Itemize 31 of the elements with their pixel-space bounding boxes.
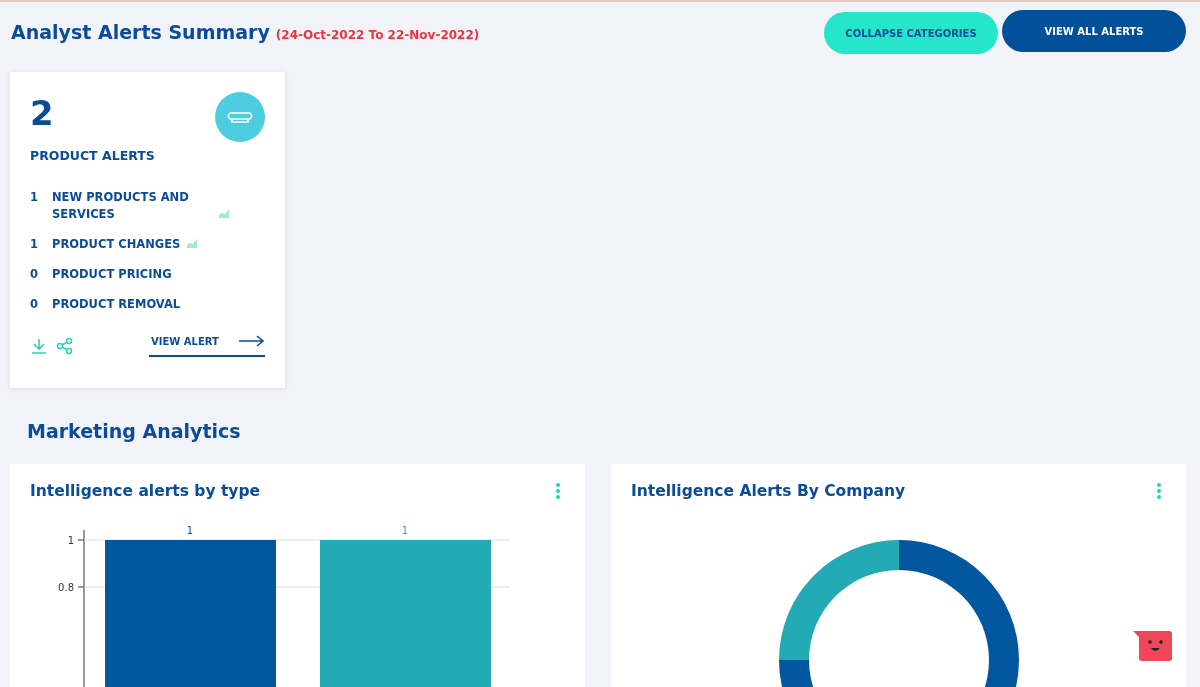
page-title: Analyst Alerts Summary (11, 21, 270, 43)
alert-count: 2 (30, 96, 54, 130)
category-link[interactable]: PRODUCT PRICING (52, 266, 172, 283)
category-link[interactable]: PRODUCT REMOVAL (52, 296, 181, 313)
panel-title: Intelligence alerts by type (30, 482, 261, 500)
card-title: PRODUCT ALERTS (30, 148, 156, 163)
item-count: 1 (30, 236, 39, 253)
box-icon (215, 92, 265, 142)
chat-bot-icon[interactable] (1133, 629, 1173, 663)
more-options-icon[interactable] (1156, 482, 1162, 500)
collapse-categories-button[interactable]: COLLAPSE CATEGORIES (824, 12, 998, 54)
view-alert-link[interactable]: VIEW ALERT (149, 335, 265, 357)
panel-title: Intelligence Alerts By Company (631, 482, 906, 500)
bar-value-label: 1 (401, 525, 409, 536)
item-count: 1 (30, 189, 39, 206)
y-tick-label: 0.8 (58, 582, 74, 593)
chart-icon (187, 238, 198, 248)
arrow-right-icon (239, 335, 265, 347)
view-all-alerts-button[interactable]: VIEW ALL ALERTS (1002, 10, 1186, 52)
item-count: 0 (30, 296, 39, 313)
category-link[interactable]: NEW PRODUCTS AND SERVICES (52, 189, 212, 223)
category-link[interactable]: PRODUCT CHANGES (52, 236, 181, 253)
item-count: 0 (30, 266, 39, 283)
bar-value-label: 1 (186, 525, 194, 536)
more-options-icon[interactable] (555, 482, 561, 500)
section-title: Marketing Analytics (27, 420, 242, 442)
date-range: (24-Oct-2022 To 22-Nov-2022) (275, 28, 480, 42)
download-icon[interactable] (30, 337, 48, 355)
share-icon[interactable] (56, 337, 74, 355)
chart-icon (219, 208, 229, 218)
y-tick-label: 1 (67, 535, 74, 546)
